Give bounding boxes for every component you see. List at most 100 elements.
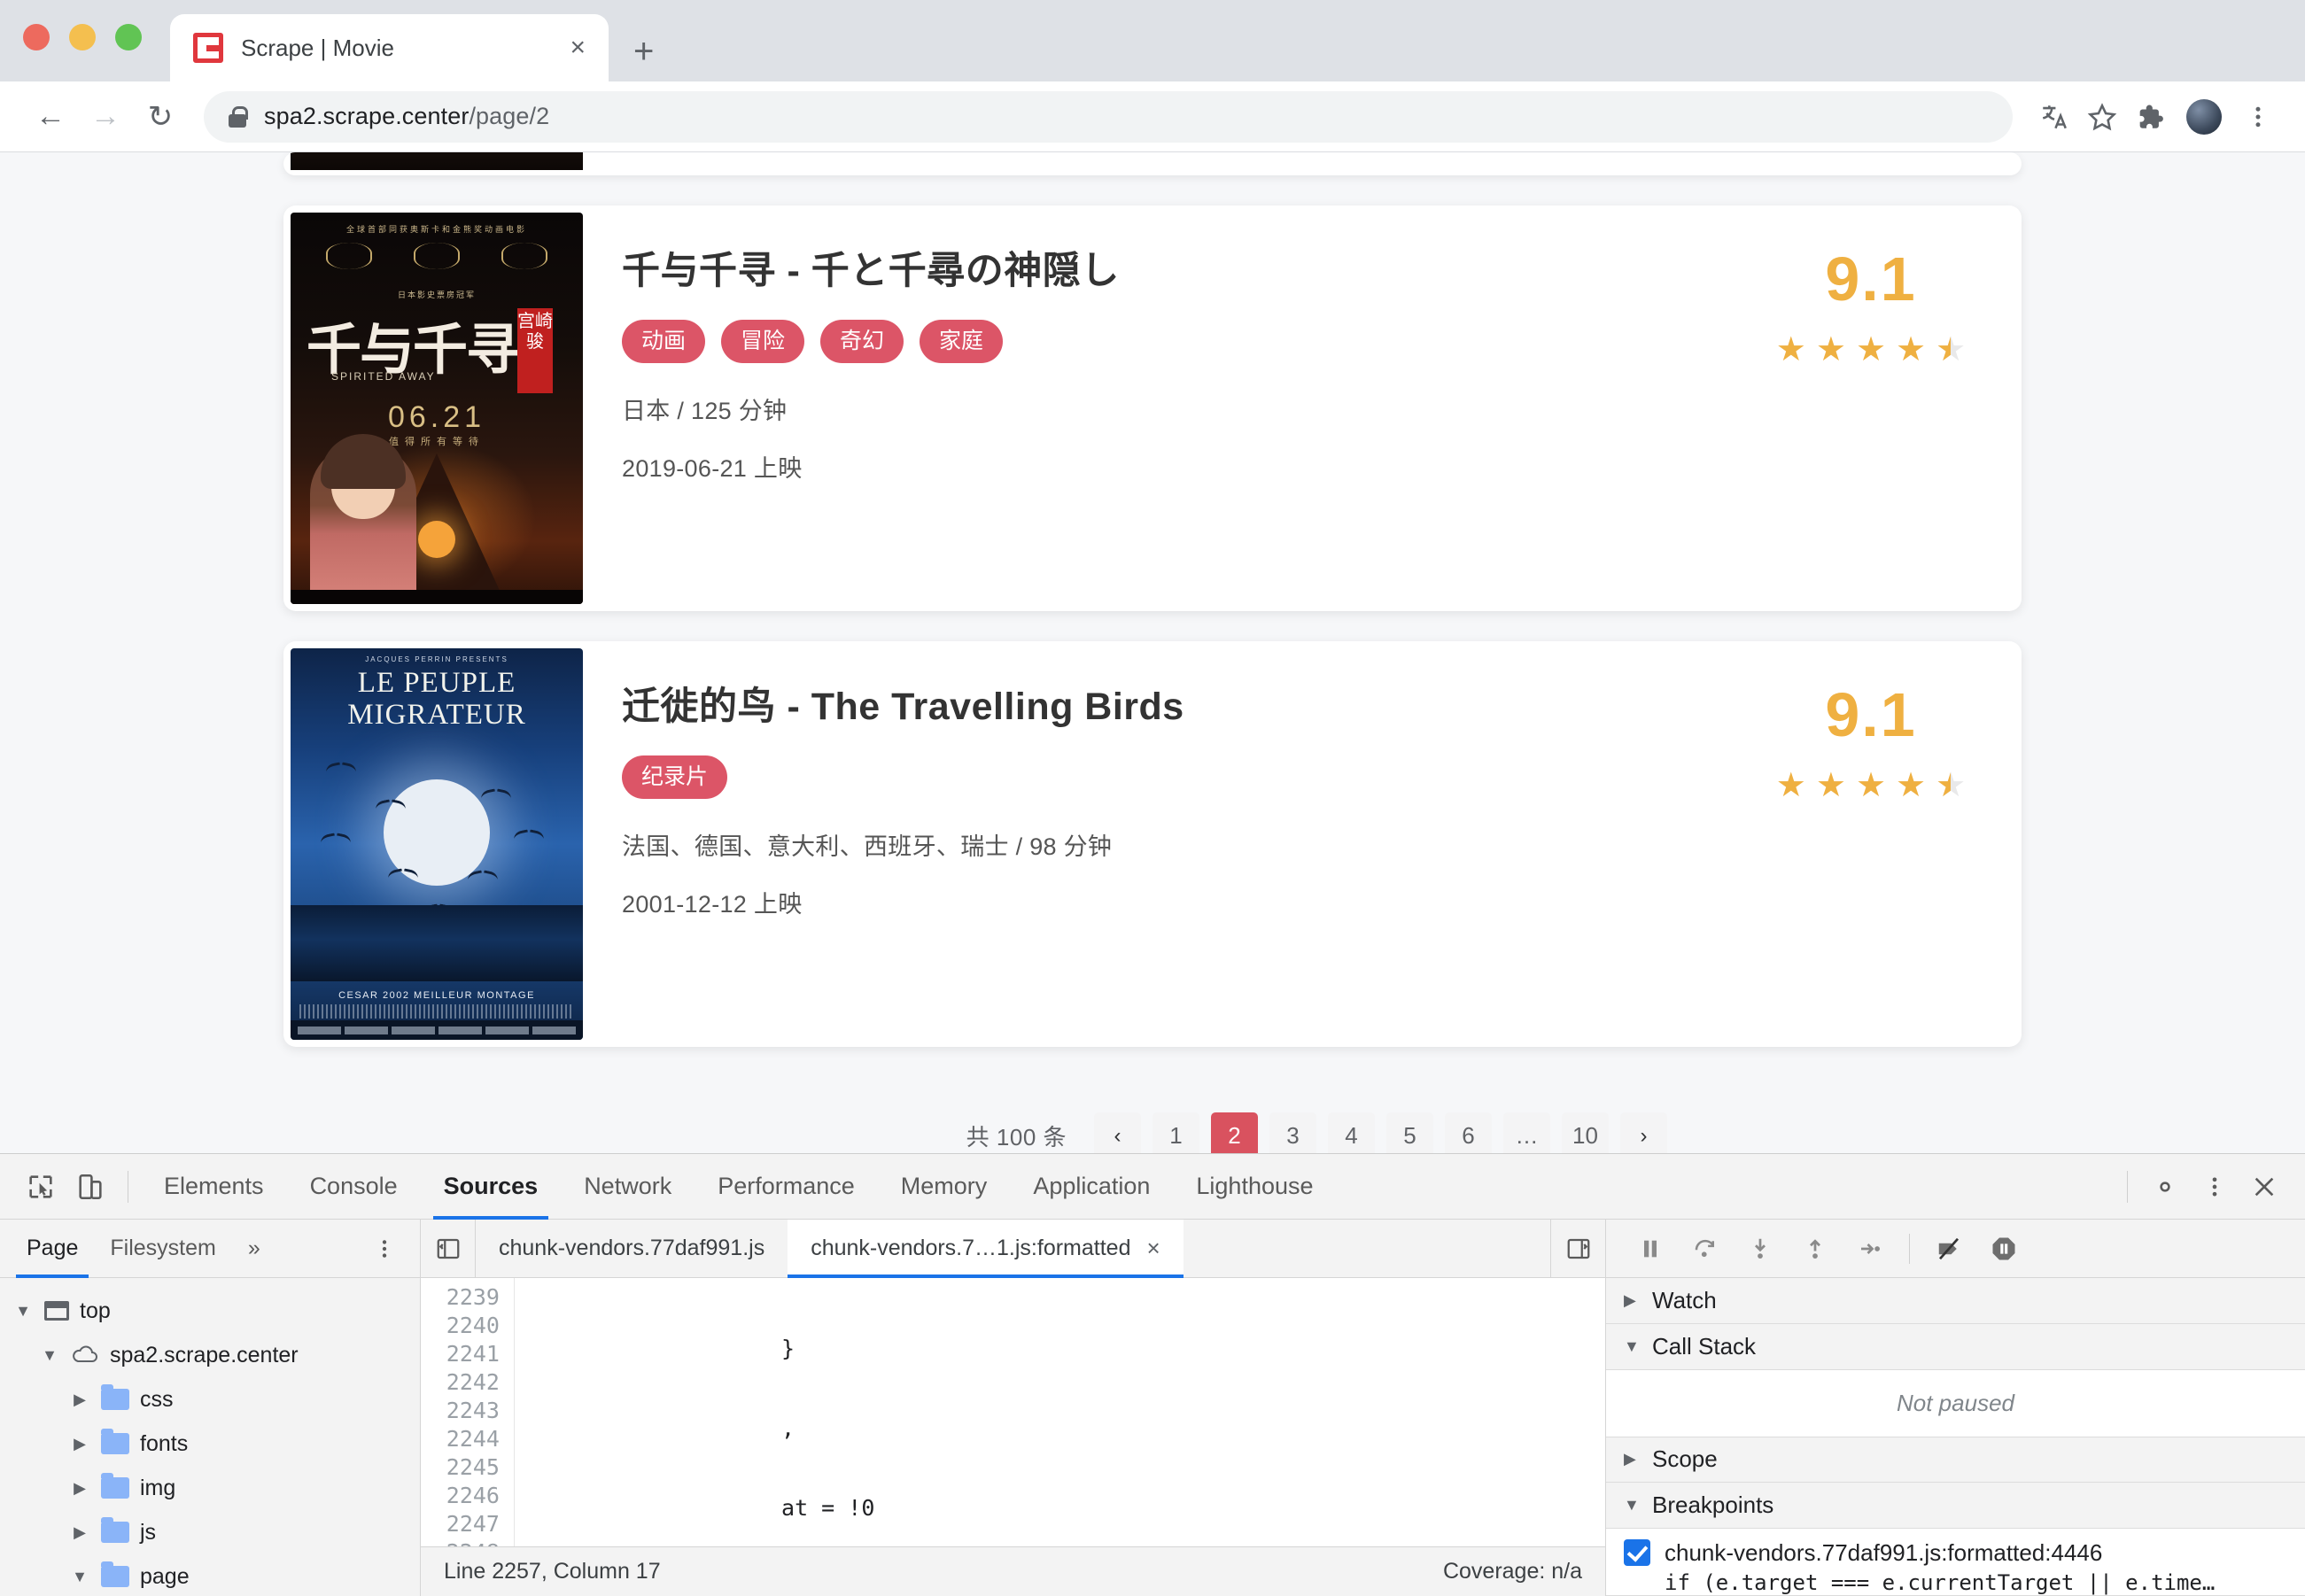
profile-avatar[interactable]	[2186, 98, 2222, 135]
tree-item-css[interactable]: ▶ css	[0, 1377, 420, 1422]
section-breakpoints[interactable]: ▼ Breakpoints	[1606, 1483, 2305, 1529]
folder-icon	[101, 1517, 129, 1543]
score-value: 9.1	[1825, 680, 1917, 749]
step-over-icon[interactable]	[1680, 1224, 1730, 1274]
tree-item-img[interactable]: ▶ img	[0, 1466, 420, 1510]
browser-tab[interactable]: Scrape | Movie ×	[170, 14, 609, 81]
pagination-page-3[interactable]: 3	[1269, 1112, 1316, 1153]
inspect-element-icon[interactable]	[16, 1162, 66, 1212]
pause-icon[interactable]	[1626, 1224, 1675, 1274]
step-icon[interactable]	[1845, 1224, 1895, 1274]
more-vertical-icon[interactable]	[360, 1224, 409, 1274]
tab-memory[interactable]: Memory	[878, 1154, 1011, 1220]
line-number: 2244	[446, 1426, 500, 1452]
tree-item-top[interactable]: ▼ top	[0, 1289, 420, 1333]
show-debugger-icon[interactable]	[1550, 1220, 1605, 1277]
navigator-tab-page[interactable]: Page	[11, 1220, 94, 1278]
step-into-icon[interactable]	[1735, 1224, 1785, 1274]
maximize-window-button[interactable]	[115, 24, 142, 50]
line-number: 2245	[446, 1454, 500, 1480]
show-navigator-icon[interactable]	[421, 1220, 476, 1277]
tree-item-fonts[interactable]: ▶ fonts	[0, 1422, 420, 1466]
code-editor[interactable]: 2239 2240 2241 2242 2243 2244 2245 2246 …	[421, 1278, 1605, 1546]
score-value: 9.1	[1825, 244, 1917, 314]
movie-card[interactable]: JACQUES PERRIN PRESENTS LE PEUPLE MIGRAT…	[283, 641, 2022, 1047]
more-vertical-icon[interactable]	[2234, 93, 2282, 141]
settings-gear-icon[interactable]	[2140, 1162, 2190, 1212]
close-icon[interactable]	[2239, 1162, 2289, 1212]
movie-list: 全球首部同获奥斯卡和金熊奖动画电影 日本影史票房冠军 千与千寻 宫崎骏 SPIR…	[0, 152, 2305, 1153]
editor-tab-chunk-vendors[interactable]: chunk-vendors.77daf991.js	[476, 1220, 788, 1277]
tree-item-page[interactable]: ▼ page	[0, 1554, 420, 1596]
translate-icon[interactable]	[2030, 93, 2078, 141]
back-icon[interactable]: ←	[23, 89, 78, 144]
movie-card[interactable]: 全球首部同获奥斯卡和金熊奖动画电影 日本影史票房冠军 千与千寻 宫崎骏 SPIR…	[283, 205, 2022, 611]
close-window-button[interactable]	[23, 24, 50, 50]
device-toolbar-icon[interactable]	[66, 1162, 115, 1212]
section-scope[interactable]: ▶ Scope	[1606, 1437, 2305, 1484]
twisty-icon[interactable]: ▶	[69, 1523, 90, 1542]
pagination-page-1[interactable]: 1	[1152, 1112, 1199, 1153]
folder-icon	[101, 1561, 129, 1587]
step-out-icon[interactable]	[1790, 1224, 1840, 1274]
pagination-page-5[interactable]: 5	[1386, 1112, 1433, 1153]
twisty-icon[interactable]: ▶	[69, 1435, 90, 1453]
pagination-page-10[interactable]: 10	[1562, 1112, 1609, 1153]
section-call-stack[interactable]: ▼ Call Stack	[1606, 1324, 2305, 1370]
tree-item-js[interactable]: ▶ js	[0, 1510, 420, 1554]
browser-window: Scrape | Movie × + ← → ↻ spa2.scrape.cen…	[0, 0, 2305, 1596]
movie-tag[interactable]: 奇幻	[820, 320, 904, 364]
tab-network[interactable]: Network	[561, 1154, 695, 1220]
pause-on-exceptions-icon[interactable]	[1979, 1224, 2029, 1274]
navigator-tabs: Page Filesystem »	[0, 1220, 420, 1278]
poster-title: LE PEUPLE MIGRATEUR	[291, 667, 583, 731]
tab-elements[interactable]: Elements	[141, 1154, 287, 1220]
extensions-puzzle-icon[interactable]	[2126, 93, 2174, 141]
tab-strip: Scrape | Movie × +	[0, 0, 2305, 81]
twisty-icon[interactable]: ▶	[69, 1391, 90, 1409]
editor-tabs: chunk-vendors.77daf991.js chunk-vendors.…	[421, 1220, 1605, 1278]
movie-tag[interactable]: 家庭	[920, 320, 1004, 364]
pagination-page-6[interactable]: 6	[1445, 1112, 1492, 1153]
poster-top-line: 全球首部同获奥斯卡和金熊奖动画电影	[345, 225, 527, 234]
movie-tag[interactable]: 纪录片	[622, 755, 728, 800]
movie-meta: 法国、德国、意大利、西班牙、瑞士 / 98 分钟	[622, 833, 1113, 861]
movie-card-partial[interactable]	[283, 152, 2022, 175]
pagination-next-button[interactable]: ›	[1620, 1112, 1667, 1153]
pagination-page-4[interactable]: 4	[1328, 1112, 1375, 1153]
forward-icon[interactable]: →	[78, 89, 133, 144]
line-number: 2248	[421, 1538, 500, 1546]
new-tab-button[interactable]: +	[633, 34, 654, 81]
movie-title[interactable]: 迁徙的鸟 - The Travelling Birds	[622, 686, 1720, 729]
reload-icon[interactable]: ↻	[133, 89, 188, 144]
tab-lighthouse[interactable]: Lighthouse	[1173, 1154, 1336, 1220]
twisty-icon[interactable]: ▼	[69, 1568, 90, 1586]
breakpoint-checkbox[interactable]	[1624, 1539, 1650, 1566]
minimize-window-button[interactable]	[69, 24, 96, 50]
close-icon[interactable]: ×	[570, 35, 586, 61]
editor-tab-chunk-vendors-formatted[interactable]: chunk-vendors.7…1.js:formatted ×	[788, 1220, 1184, 1278]
movie-tag[interactable]: 动画	[622, 320, 706, 364]
bookmark-star-icon[interactable]	[2078, 93, 2126, 141]
close-icon[interactable]: ×	[1146, 1235, 1160, 1262]
tab-sources[interactable]: Sources	[421, 1154, 562, 1220]
more-vertical-icon[interactable]	[2190, 1162, 2239, 1212]
tab-application[interactable]: Application	[1010, 1154, 1173, 1220]
deactivate-breakpoints-icon[interactable]	[1924, 1224, 1974, 1274]
address-bar[interactable]: spa2.scrape.center/page/2	[204, 90, 2013, 143]
navigator-more-icon[interactable]: »	[232, 1220, 276, 1278]
twisty-icon[interactable]: ▼	[39, 1346, 60, 1365]
movie-tag[interactable]: 冒险	[721, 320, 805, 364]
tab-performance[interactable]: Performance	[695, 1154, 878, 1220]
twisty-icon[interactable]: ▶	[69, 1479, 90, 1498]
movie-title[interactable]: 千与千寻 - 千と千尋の神隠し	[622, 250, 1720, 293]
tree-item-origin[interactable]: ▼ spa2.scrape.center	[0, 1333, 420, 1377]
pagination-page-2[interactable]: 2	[1211, 1112, 1258, 1153]
pagination-prev-button[interactable]: ‹	[1094, 1112, 1141, 1153]
twisty-icon[interactable]: ▼	[12, 1302, 34, 1321]
pagination-ellipsis[interactable]: …	[1503, 1112, 1550, 1153]
tab-console[interactable]: Console	[287, 1154, 421, 1220]
navigator-tab-filesystem[interactable]: Filesystem	[94, 1220, 231, 1278]
breakpoint-item[interactable]: chunk-vendors.77daf991.js:formatted:4446	[1606, 1529, 2305, 1567]
section-watch[interactable]: ▶ Watch	[1606, 1278, 2305, 1324]
